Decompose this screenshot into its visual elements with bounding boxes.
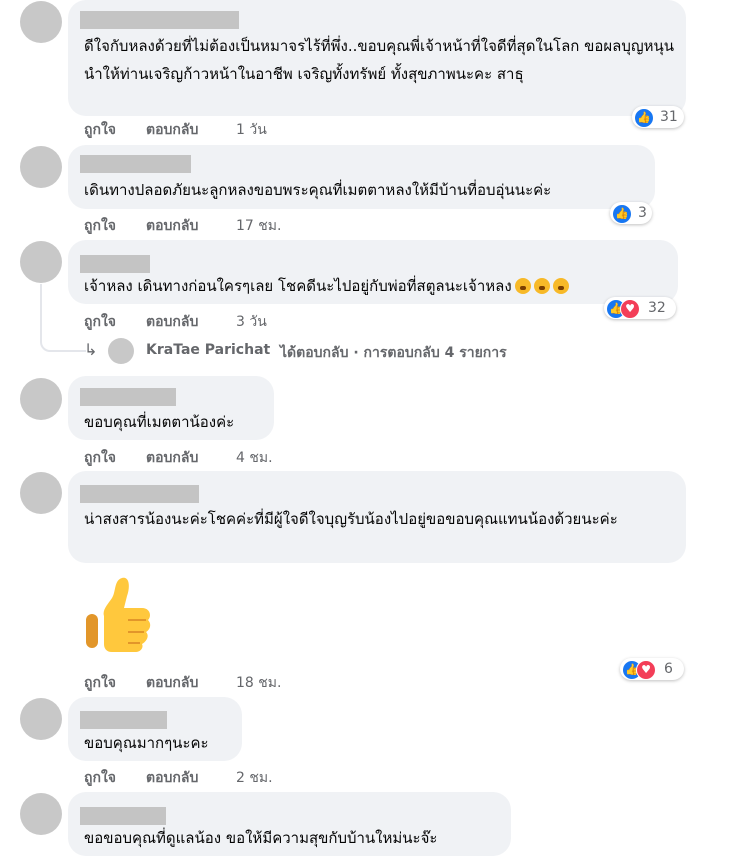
comment-text: ขอขอบคุณที่ดูแลน้อง ขอให้มีความสุขกับบ้า… [84,829,438,847]
author-name[interactable] [80,255,150,273]
view-replies-link[interactable]: ↳ KraTae Parichat ได้ตอบกลับ · การตอบกลั… [84,338,604,364]
comment-text-content: เจ้าหลง เดินทางก่อนใครๆเลย โชคดีนะไปอยู่… [84,277,512,295]
crying-face-icon [533,278,550,294]
thumbs-up-sticker [86,577,151,652]
crying-face-icon [552,278,569,294]
crying-face-icon [514,278,531,294]
reply-author: KraTae Parichat [146,342,271,358]
comment-bubble: เดินทางปลอดภัยนะลูกหลงขอบพระคุณที่เมตตาห… [68,145,655,209]
comment-text: น่าสงสารน้องนะค่ะโชคค่ะที่มีผู้ใจดีใจบุญ… [84,510,618,528]
like-button[interactable]: ถูกใจ [84,311,116,333]
like-button[interactable]: ถูกใจ [84,119,116,141]
reaction-summary[interactable]: 👍 ♥ 6 [620,658,684,680]
avatar[interactable] [20,146,62,188]
author-name[interactable] [80,388,176,406]
comment-text: ขอบคุณมากๆนะคะ [84,734,209,752]
reply-arrow-icon: ↳ [84,340,98,359]
like-button[interactable]: ถูกใจ [84,447,116,469]
like-icon: 👍 [612,204,632,224]
author-name[interactable] [80,485,199,503]
comment-bubble: ขอขอบคุณที่ดูแลน้อง ขอให้มีความสุขกับบ้า… [68,792,511,856]
comment-text: ดีใจกับหลงด้วยที่ไม่ต้องเป็นหมาจรไร้ที่พ… [84,37,675,83]
author-name[interactable] [80,807,166,825]
comment-bubble: ดีใจกับหลงด้วยที่ไม่ต้องเป็นหมาจรไร้ที่พ… [68,0,686,116]
comment-timestamp[interactable]: 4 ชม. [236,447,273,469]
avatar[interactable] [20,378,62,420]
comment-timestamp[interactable]: 3 วัน [236,311,267,333]
avatar[interactable] [20,472,62,514]
like-button[interactable]: ถูกใจ [84,215,116,237]
reaction-count: 3 [638,205,647,221]
like-icon: 👍 [634,108,654,128]
reaction-summary[interactable]: 👍 ♥ 32 [604,297,676,319]
avatar[interactable] [20,698,62,740]
love-icon: ♥ [620,299,640,319]
love-icon: ♥ [636,660,656,680]
reply-button[interactable]: ตอบกลับ [146,447,198,469]
reaction-count: 31 [660,109,678,125]
avatar[interactable] [20,241,62,283]
avatar[interactable] [20,1,62,43]
comment-text: เจ้าหลง เดินทางก่อนใครๆเลย โชคดีนะไปอยู่… [84,272,674,300]
reply-button[interactable]: ตอบกลับ [146,215,198,237]
author-name[interactable] [80,711,167,729]
reply-button[interactable]: ตอบกลับ [146,672,198,694]
comment-bubble: น่าสงสารน้องนะค่ะโชคค่ะที่มีผู้ใจดีใจบุญ… [68,471,686,563]
reaction-summary[interactable]: 👍 3 [610,202,652,224]
like-button[interactable]: ถูกใจ [84,672,116,694]
comment-bubble: ขอบคุณมากๆนะคะ [68,697,242,761]
comment-bubble: ขอบคุณที่เมตตาน้องค่ะ [68,376,274,440]
author-name[interactable] [80,11,239,29]
comment-bubble: เจ้าหลง เดินทางก่อนใครๆเลย โชคดีนะไปอยู่… [68,240,678,304]
reaction-summary[interactable]: 👍 31 [632,106,684,128]
comment-timestamp[interactable]: 17 ชม. [236,215,281,237]
comment-timestamp[interactable]: 1 วัน [236,119,267,141]
comment-text: ขอบคุณที่เมตตาน้องค่ะ [84,413,235,431]
reaction-count: 32 [648,300,666,316]
like-button[interactable]: ถูกใจ [84,767,116,789]
reply-button[interactable]: ตอบกลับ [146,767,198,789]
comment-timestamp[interactable]: 2 ชม. [236,767,273,789]
reply-button[interactable]: ตอบกลับ [146,119,198,141]
reaction-count: 6 [664,661,673,677]
reply-avatar [108,338,134,364]
comment-text: เดินทางปลอดภัยนะลูกหลงขอบพระคุณที่เมตตาห… [84,181,552,199]
comment-timestamp[interactable]: 18 ชม. [236,672,281,694]
reply-summary: ได้ตอบกลับ · การตอบกลับ 4 รายการ [280,345,507,361]
author-name[interactable] [80,155,191,173]
reply-button[interactable]: ตอบกลับ [146,311,198,333]
avatar[interactable] [20,793,62,835]
